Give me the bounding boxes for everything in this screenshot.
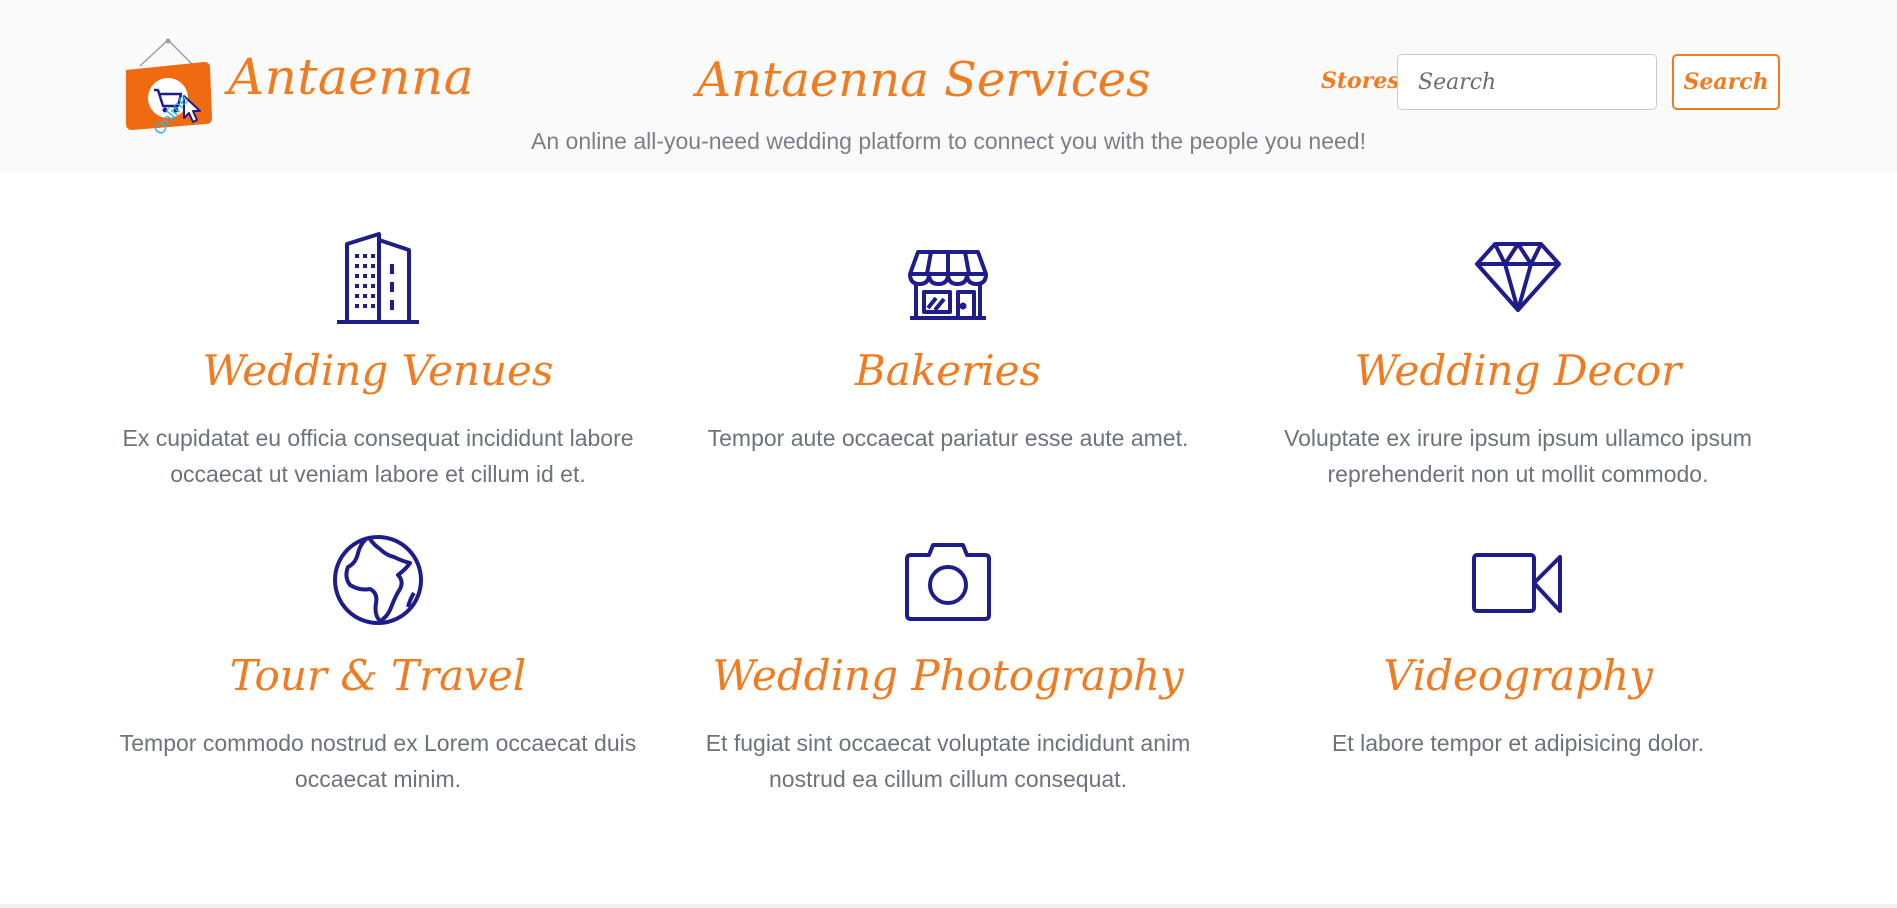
service-description: Tempor aute occaecat pariatur esse aute …	[707, 425, 1189, 451]
tagline-text: An online all-you-need wedding platform …	[531, 128, 1366, 154]
site-header: Online Antaenna Antaenna Services An onl…	[0, 0, 1897, 172]
service-title: Tour & Travel	[229, 651, 527, 700]
service-title: Wedding Decor	[1354, 346, 1682, 395]
video-camera-icon	[1238, 535, 1798, 635]
service-title: Wedding Photography	[712, 651, 1184, 700]
camera-icon	[668, 535, 1228, 635]
service-description: Voluptate ex irure ipsum ipsum ullamco i…	[1284, 425, 1752, 487]
service-description: Et fugiat sint occaecat voluptate incidi…	[705, 730, 1191, 792]
diamond-icon	[1238, 230, 1798, 330]
search-input[interactable]	[1397, 54, 1657, 110]
service-description: Ex cupidatat eu officia consequat incidi…	[122, 425, 634, 487]
stores-link[interactable]: Stores	[1321, 68, 1400, 94]
building-icon	[98, 230, 658, 330]
page-title-text: Antaenna Services	[696, 52, 1151, 108]
shop-icon	[668, 230, 1228, 330]
service-description: Et labore tempor et adipisicing dolor.	[1331, 730, 1705, 756]
globe-icon	[98, 535, 658, 635]
service-title: Wedding Venues	[202, 346, 554, 395]
service-title: Videography	[1383, 651, 1653, 700]
service-title: Bakeries	[854, 346, 1042, 395]
tagline: An online all-you-need wedding platform …	[0, 128, 1897, 155]
search-button[interactable]: Search	[1672, 54, 1780, 110]
service-description: Tempor commodo nostrud ex Lorem occaecat…	[119, 730, 637, 792]
page-bottom-border	[0, 904, 1897, 908]
